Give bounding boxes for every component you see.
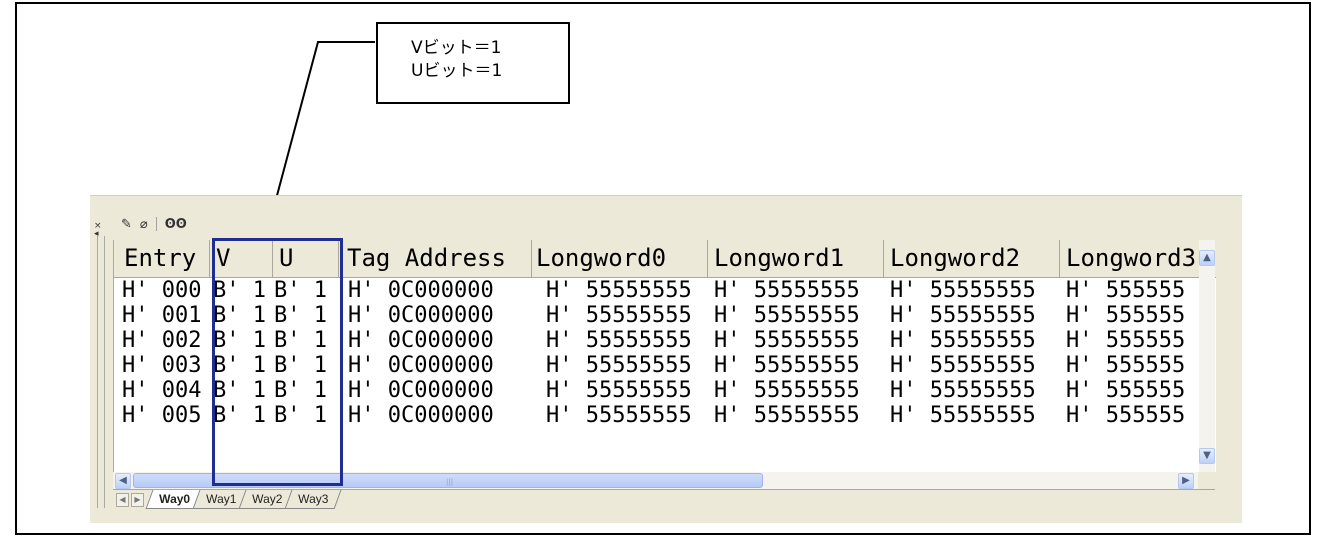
cell-longword0: H' 55555555 <box>546 303 692 328</box>
cell-longword3: H' 555555 <box>1066 303 1186 328</box>
scroll-up-icon[interactable]: ▲ <box>1199 250 1215 266</box>
cell-longword1: H' 55555555 <box>714 353 860 378</box>
cell-longword3: H' 555555 <box>1066 278 1186 303</box>
eraser-icon[interactable]: ⌀ <box>140 217 148 232</box>
cell-longword3: H' 555555 <box>1066 378 1186 403</box>
cell-longword1: H' 55555555 <box>714 328 860 353</box>
scroll-down-icon[interactable]: ▼ <box>1199 448 1215 464</box>
cell-longword2: H' 55555555 <box>890 353 1036 378</box>
cell-longword1: H' 55555555 <box>714 278 860 303</box>
splitter-grip[interactable] <box>97 236 105 508</box>
callout-box: Vビット＝1 Uビット＝1 <box>376 22 570 104</box>
toolbar: × ◂ ✎ ⌀ ʘʘ <box>90 196 1242 239</box>
cell-longword0: H' 55555555 <box>546 278 692 303</box>
cell-longword0: H' 55555555 <box>546 403 692 428</box>
sheet-tab-bar: ◀ ▶ Way0 Way1 Way2 Way3 <box>113 489 1215 512</box>
cell-longword2: H' 55555555 <box>890 303 1036 328</box>
cell-longword2: H' 55555555 <box>890 378 1036 403</box>
cell-longword2: H' 55555555 <box>890 328 1036 353</box>
pencil-icon[interactable]: ✎ <box>121 217 132 232</box>
callout-u-bit: Uビット＝1 <box>411 61 503 81</box>
binoculars-icon[interactable]: ʘʘ <box>165 217 187 232</box>
cell-longword3: H' 555555 <box>1066 403 1186 428</box>
scroll-left-icon[interactable]: ◀ <box>115 473 131 489</box>
cell-longword3: H' 555555 <box>1066 353 1186 378</box>
cell-longword2: H' 55555555 <box>890 403 1036 428</box>
cell-longword0: H' 55555555 <box>546 378 692 403</box>
cell-tag-address: H' 0C000000 <box>348 378 494 403</box>
cell-entry: H' 004 <box>122 378 202 403</box>
col-header-longword3[interactable]: Longword3 <box>1060 240 1216 277</box>
cell-longword0: H' 55555555 <box>546 353 692 378</box>
vu-column-highlight <box>212 238 343 486</box>
tab-next-icon[interactable]: ▶ <box>131 493 144 507</box>
cell-tag-address: H' 0C000000 <box>348 353 494 378</box>
cell-longword3: H' 555555 <box>1066 328 1186 353</box>
cell-longword2: H' 55555555 <box>890 278 1036 303</box>
cell-longword0: H' 55555555 <box>546 328 692 353</box>
scroll-right-icon[interactable]: ▶ <box>1178 473 1194 489</box>
cell-longword1: H' 55555555 <box>714 303 860 328</box>
toolbar-separator <box>155 217 157 231</box>
cell-tag-address: H' 0C000000 <box>348 403 494 428</box>
cell-entry: H' 003 <box>122 353 202 378</box>
tab-prev-icon[interactable]: ◀ <box>116 493 129 507</box>
col-header-longword2[interactable]: Longword2 <box>884 240 1060 277</box>
callout-v-bit: Vビット＝1 <box>411 38 502 58</box>
col-header-longword1[interactable]: Longword1 <box>708 240 884 277</box>
col-header-tag-address[interactable]: Tag Address <box>339 240 532 277</box>
tab-way3[interactable]: Way3 <box>284 490 343 509</box>
cell-entry: H' 000 <box>122 278 202 303</box>
cell-tag-address: H' 0C000000 <box>348 328 494 353</box>
cell-entry: H' 005 <box>122 403 202 428</box>
col-header-entry[interactable]: Entry <box>114 240 210 277</box>
col-header-longword0[interactable]: Longword0 <box>532 240 708 277</box>
cell-longword1: H' 55555555 <box>714 403 860 428</box>
vertical-scrollbar[interactable]: ▲ ▼ <box>1199 240 1215 472</box>
cell-entry: H' 001 <box>122 303 202 328</box>
close-icon[interactable]: × ◂ <box>94 222 102 239</box>
cell-longword1: H' 55555555 <box>714 378 860 403</box>
scroll-corner <box>1198 472 1215 489</box>
cell-entry: H' 002 <box>122 328 202 353</box>
cell-tag-address: H' 0C000000 <box>348 303 494 328</box>
cell-tag-address: H' 0C000000 <box>348 278 494 303</box>
